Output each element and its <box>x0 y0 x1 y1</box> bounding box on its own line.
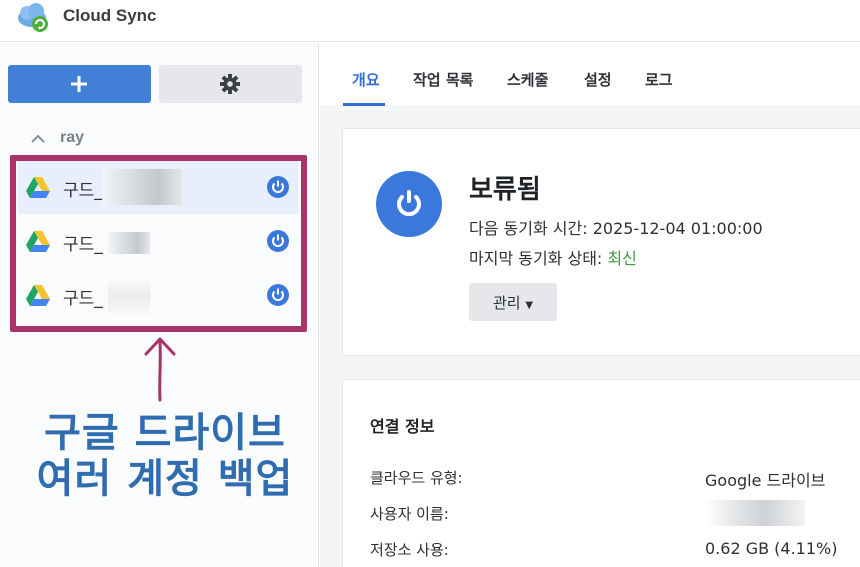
tab-schedule[interactable]: 스케줄 <box>507 69 548 90</box>
storage-label: 저장소 사용: <box>370 541 449 559</box>
annotation-arrow-up-icon <box>144 337 176 402</box>
manage-label: 관리 <box>492 293 521 312</box>
redacted-username <box>705 500 805 526</box>
last-sync-line: 마지막 동기화 상태: 최신 <box>469 245 637 269</box>
connection-info-title: 연결 정보 <box>370 417 435 436</box>
sync-status-card: 보류됨 다음 동기화 시간: 2025-12-04 01:00:00 마지막 동… <box>342 128 860 356</box>
storage-value: 0.62 GB (4.11%) <box>705 539 838 558</box>
caption-line-1: 구글 드라이브 <box>44 410 286 456</box>
chevron-up-icon <box>31 134 45 143</box>
cloud-sync-logo-icon <box>18 3 48 32</box>
tab-log[interactable]: 로그 <box>645 69 673 90</box>
account-group-toggle[interactable]: ray <box>30 127 84 149</box>
caption-line-2: 여러 계정 백업 <box>36 456 294 502</box>
annotation-caption: 구글 드라이브 여러 계정 백업 <box>10 410 320 502</box>
annotation-highlight-box <box>10 155 307 332</box>
username-label: 사용자 이름: <box>370 505 449 523</box>
next-sync-value: 2025-12-04 01:00:00 <box>592 219 763 238</box>
status-power-icon <box>376 171 442 237</box>
status-title: 보류됨 <box>469 175 541 205</box>
cloud-type-label: 클라우드 유형: <box>370 469 463 487</box>
tab-task-list[interactable]: 작업 목록 <box>413 69 473 90</box>
next-sync-line: 다음 동기화 시간: 2025-12-04 01:00:00 <box>469 215 763 239</box>
tab-overview[interactable]: 개요 <box>352 69 380 90</box>
connection-info-card: 연결 정보 클라우드 유형: Google 드라이브 사용자 이름: 저장소 사… <box>342 379 860 567</box>
settings-button[interactable] <box>159 65 302 103</box>
power-icon <box>397 190 421 217</box>
cloud-type-value: Google 드라이브 <box>705 471 826 490</box>
plus-icon <box>71 76 87 92</box>
main-panel: 개요 작업 목록 스케줄 설정 로그 보류됨 다음 동기화 시간: 2025-1… <box>320 43 860 567</box>
active-tab-indicator <box>343 103 385 106</box>
next-sync-label: 다음 동기화 시간: <box>469 219 588 238</box>
title-bar: Cloud Sync <box>0 0 860 42</box>
caret-down-icon: ▼ <box>525 299 534 311</box>
tab-settings[interactable]: 설정 <box>584 69 612 90</box>
gear-icon <box>220 74 240 94</box>
app-title: Cloud Sync <box>63 6 157 25</box>
last-sync-label: 마지막 동기화 상태: <box>469 249 603 268</box>
account-group-label: ray <box>60 129 85 146</box>
manage-dropdown-button[interactable]: 관리 ▼ <box>469 283 557 321</box>
tab-bar: 개요 작업 목록 스케줄 설정 로그 <box>320 43 860 106</box>
last-sync-value: 최신 <box>607 249 637 268</box>
add-task-button[interactable] <box>8 65 151 103</box>
